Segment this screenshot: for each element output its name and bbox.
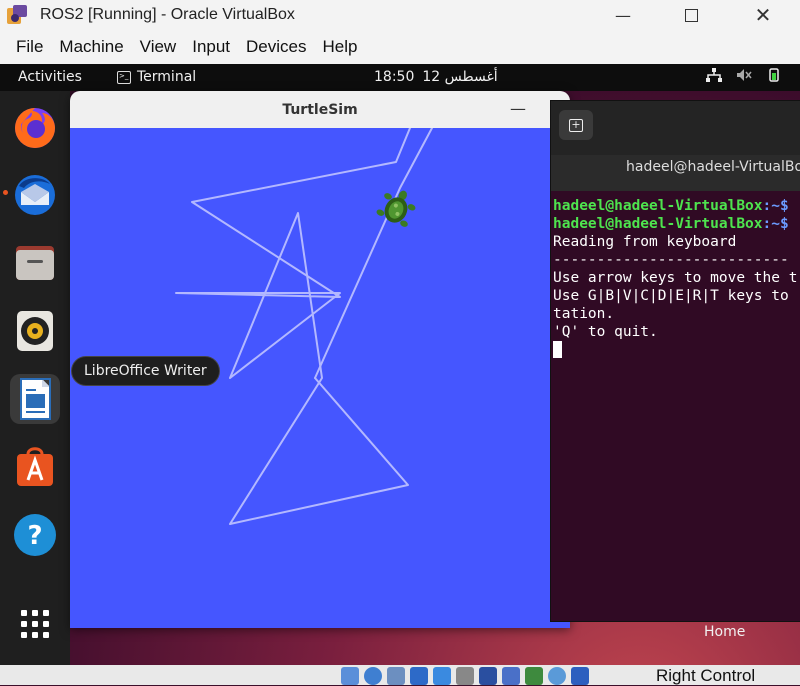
display-icon[interactable] [479, 667, 497, 685]
maximize-button[interactable] [668, 0, 714, 30]
help-icon: ? [14, 514, 56, 556]
app-menu-label: Terminal [137, 69, 197, 85]
maximize-icon [684, 8, 698, 22]
dock-firefox[interactable] [10, 103, 60, 153]
turtle-icon [376, 190, 416, 227]
dock-libreoffice-writer[interactable] [10, 374, 60, 424]
terminal-icon: >_ [117, 70, 131, 84]
menu-machine[interactable]: Machine [51, 37, 131, 57]
menu-input[interactable]: Input [184, 37, 238, 57]
close-button[interactable]: ✕ [740, 0, 786, 30]
dock-files[interactable] [10, 238, 60, 288]
dock: ? [0, 91, 70, 665]
recording-icon[interactable] [502, 667, 520, 685]
cpu-activity-icon[interactable] [525, 667, 543, 685]
menu-help[interactable]: Help [315, 37, 366, 57]
terminal-prompt-line: hadeel@hadeel-VirtualBox:~$ [553, 215, 797, 233]
show-apps-icon [21, 610, 49, 638]
system-tray[interactable] [706, 68, 782, 86]
gnome-topbar: Activities >_ Terminal 18:50 12 أغسطس [0, 64, 800, 91]
prompt-path: :~$ [762, 198, 789, 214]
terminal-line: Use arrow keys to move the t [553, 270, 798, 286]
terminal-cursor-line [553, 341, 797, 359]
volume-muted-icon [736, 68, 752, 86]
dock-help[interactable]: ? [10, 510, 60, 560]
virtualbox-titlebar: ROS2 [Running] - Oracle VirtualBox — ✕ [0, 0, 800, 30]
usb-icon[interactable] [433, 667, 451, 685]
menu-devices[interactable]: Devices [238, 37, 314, 57]
hard-disk-icon[interactable] [341, 667, 359, 685]
libreoffice-writer-icon [20, 378, 51, 420]
svg-text:?: ? [27, 521, 42, 551]
turtlesim-minimize-icon[interactable]: — [510, 99, 526, 118]
new-tab-button[interactable]: + [559, 110, 593, 140]
window-title: ROS2 [Running] - Oracle VirtualBox [40, 6, 295, 23]
rhythmbox-icon [17, 311, 53, 351]
power-icon [766, 68, 782, 86]
virtualbox-statusbar: Right Control [0, 665, 800, 685]
terminal-headerbar: + [551, 101, 800, 155]
thunderbird-icon [15, 175, 55, 215]
optical-drive-icon[interactable] [364, 667, 382, 685]
guest-screen[interactable]: Activities >_ Terminal 18:50 12 أغسطس ? … [0, 64, 800, 665]
terminal-cursor [553, 341, 562, 358]
terminal-title: hadeel@hadeel-VirtualBox: ~ [626, 159, 800, 175]
close-icon: ✕ [754, 3, 772, 27]
dock-rhythmbox[interactable] [10, 306, 60, 356]
network-icon [706, 68, 722, 86]
terminal-line: tation. [553, 306, 615, 322]
network-adapter-icon[interactable] [410, 667, 428, 685]
virtualbox-app-icon [4, 2, 30, 28]
menu-view[interactable]: View [132, 37, 185, 57]
dock-app-center[interactable] [10, 442, 60, 492]
turtlesim-titlebar[interactable]: TurtleSim — [70, 91, 570, 128]
host-key-label: Right Control [656, 666, 756, 685]
clock-date: 12 أغسطس [422, 69, 498, 85]
keyboard-capture-icon[interactable] [571, 667, 589, 685]
minimize-button[interactable]: — [600, 0, 646, 30]
menu-file[interactable]: File [8, 37, 51, 57]
prompt-path: :~$ [762, 216, 789, 232]
virtualbox-menubar: File Machine View Input Devices Help [0, 30, 800, 64]
terminal-line: Use G|B|V|C|D|E|R|T keys to [553, 288, 789, 304]
terminal-line: Reading from keyboard [553, 234, 737, 250]
audio-icon[interactable] [387, 667, 405, 685]
minimize-icon: — [615, 5, 631, 25]
new-tab-icon: + [569, 118, 583, 132]
terminal-window[interactable]: + hadeel@hadeel-VirtualBox: ~ hadeel@had… [550, 100, 800, 622]
status-icons [341, 667, 589, 685]
files-icon [16, 246, 54, 280]
prompt-user: hadeel@hadeel-VirtualBox [553, 198, 763, 214]
dock-tooltip: LibreOffice Writer [71, 356, 220, 386]
app-menu-terminal[interactable]: >_ Terminal [117, 69, 196, 85]
clock-time: 18:50 [374, 69, 415, 85]
mouse-integration-icon[interactable] [548, 667, 566, 685]
shared-folders-icon[interactable] [456, 667, 474, 685]
firefox-icon [15, 108, 55, 148]
prompt-user: hadeel@hadeel-VirtualBox [553, 216, 763, 232]
clock[interactable]: 18:50 12 أغسطس [374, 69, 498, 85]
turtlesim-title: TurtleSim [282, 101, 358, 118]
terminal-line: --------------------------- [553, 252, 789, 268]
running-indicator [3, 190, 8, 195]
terminal-line: 'Q' to quit. [553, 324, 658, 340]
desktop-home-label[interactable]: Home [704, 624, 745, 640]
terminal-output[interactable]: hadeel@hadeel-VirtualBox:~$ hadeel@hadeel… [553, 197, 797, 359]
terminal-prompt-line: hadeel@hadeel-VirtualBox:~$ [553, 197, 797, 215]
activities-button[interactable]: Activities [18, 69, 82, 85]
dock-thunderbird[interactable] [10, 170, 60, 220]
dock-show-apps[interactable] [10, 599, 60, 649]
app-center-icon [17, 447, 53, 486]
